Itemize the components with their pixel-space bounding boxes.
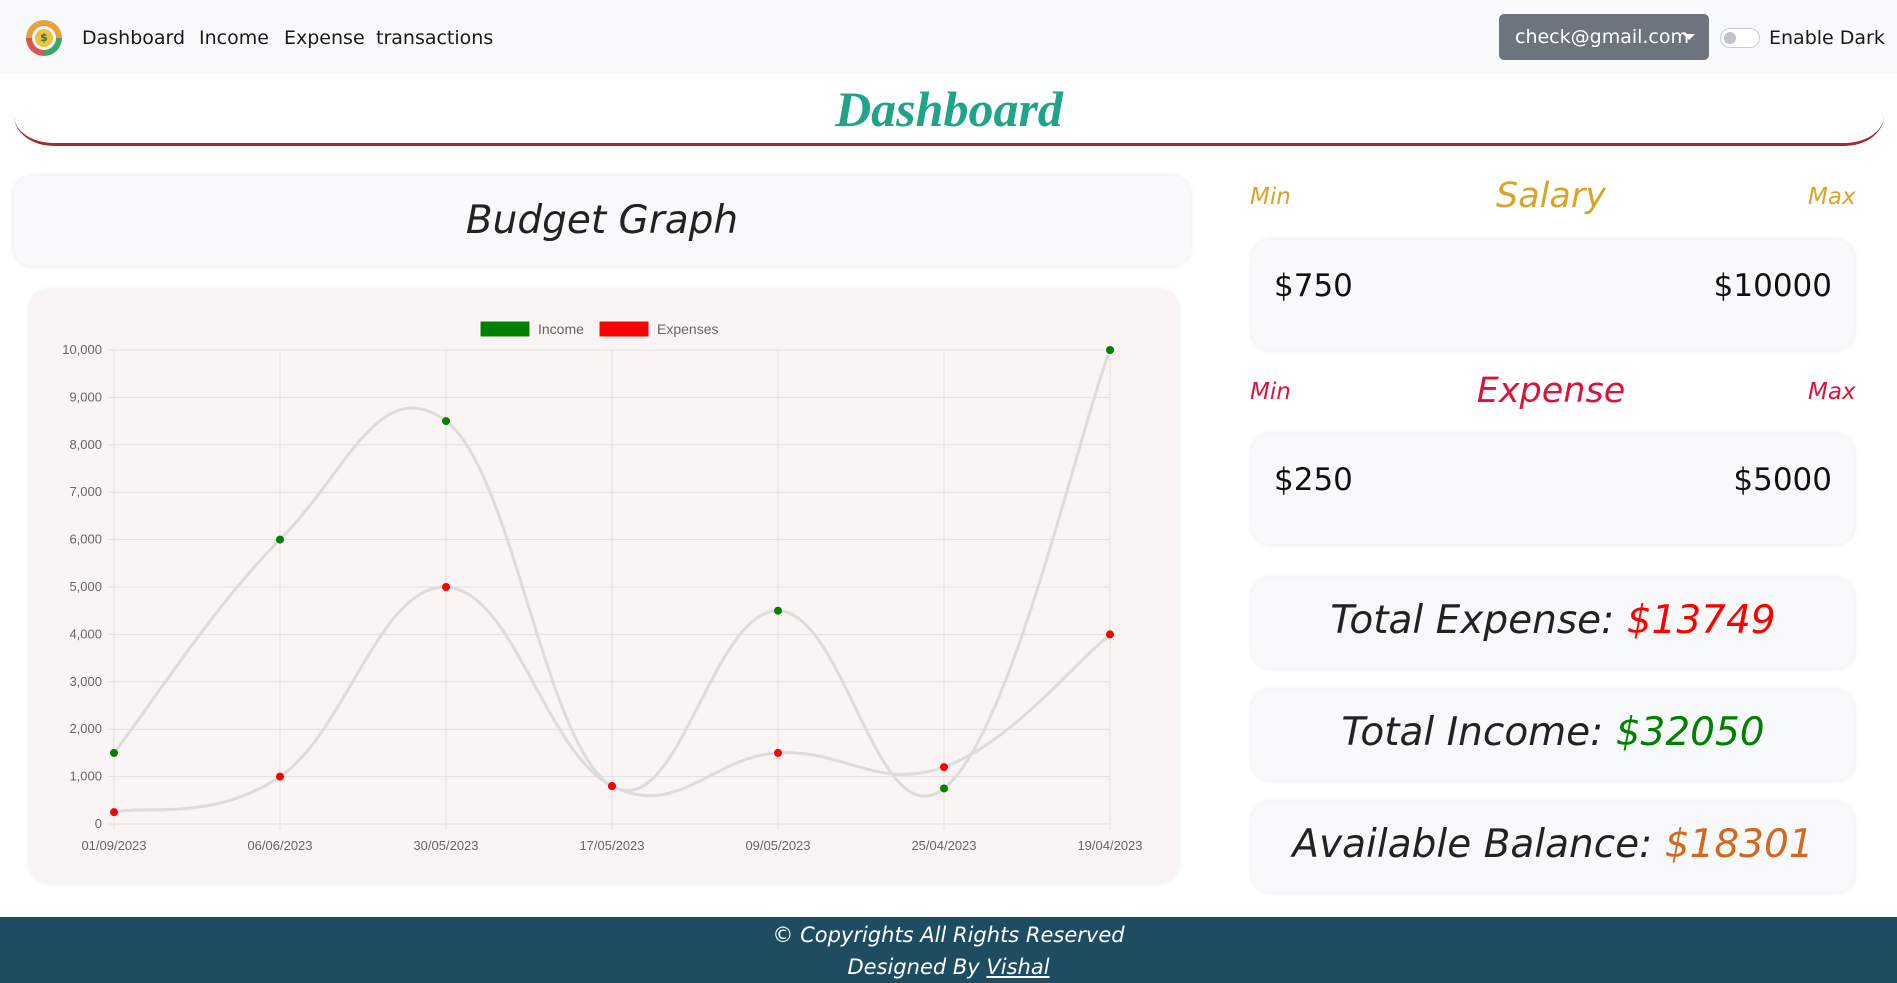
salary-range-card: $750 $10000 (1252, 240, 1854, 350)
legend-label-income: Income (538, 321, 584, 337)
total-expense-card: Total Expense: $13749 (1252, 578, 1854, 668)
y-tick-label: 2,000 (69, 721, 102, 736)
nav-link-expense[interactable]: Expense (284, 24, 365, 52)
legend-swatch-income (479, 320, 531, 338)
expense-min-value: $250 (1274, 462, 1353, 498)
app-logo-icon[interactable]: $ (26, 20, 62, 56)
total-income-card: Total Income: $32050 (1252, 690, 1854, 780)
total-income-value: $32050 (1615, 710, 1765, 755)
page-title: Dashboard (835, 81, 1063, 137)
expense-max-value: $5000 (1733, 462, 1832, 498)
dark-mode-label: Enable Dark (1769, 27, 1885, 49)
total-expense-text: Total Expense: $13749 (1252, 598, 1854, 643)
expense-range-card: $250 $5000 (1252, 434, 1854, 544)
salary-max-value: $10000 (1713, 268, 1832, 304)
data-point-expenses (276, 772, 284, 781)
nav-link-transactions[interactable]: transactions (376, 24, 493, 52)
legend-swatch-expenses (598, 320, 650, 338)
y-tick-label: 7,000 (69, 484, 102, 499)
x-tick-label: 19/04/2023 (1077, 838, 1142, 853)
nav-link-income[interactable]: Income (199, 24, 269, 52)
dark-mode-toggle[interactable] (1720, 28, 1760, 48)
legend-label-expenses: Expenses (657, 321, 718, 337)
data-point-expenses (110, 808, 118, 817)
footer-designed-by: Designed By (847, 955, 980, 979)
x-tick-label: 01/09/2023 (81, 838, 146, 853)
designer-link[interactable]: Vishal (986, 955, 1049, 979)
data-point-income (442, 417, 450, 426)
data-point-expenses (1106, 630, 1114, 639)
y-tick-label: 8,000 (69, 437, 102, 452)
total-expense-label: Total Expense: (1330, 598, 1615, 643)
available-balance-text: Available Balance: $18301 (1252, 822, 1854, 867)
x-tick-label: 17/05/2023 (579, 838, 644, 853)
total-income-text: Total Income: $32050 (1252, 710, 1854, 755)
budget-line-chart: 0 1,000 2,000 3,000 4,000 5,000 6,000 7,000 8,00… (62, 320, 1143, 853)
caret-down-icon (1683, 34, 1695, 40)
y-tick-label: 0 (95, 816, 102, 831)
expense-min-label: Min (1250, 379, 1291, 405)
budget-graph-title: Budget Graph (465, 198, 739, 243)
salary-min-value: $750 (1274, 268, 1353, 304)
nav-link-dashboard[interactable]: Dashboard (82, 24, 185, 52)
footer: © Copyrights All Rights Reserved Designe… (0, 917, 1897, 983)
x-tick-label: 06/06/2023 (247, 838, 312, 853)
y-tick-label: 4,000 (69, 626, 102, 641)
data-point-expenses (608, 782, 616, 791)
data-point-income (940, 784, 948, 793)
expense-max-label: Max (1808, 379, 1856, 405)
data-point-income (1106, 346, 1114, 354)
y-tick-label: 5,000 (69, 579, 102, 594)
footer-copyright: © Copyrights All Rights Reserved (772, 923, 1125, 947)
salary-min-label: Min (1250, 184, 1291, 210)
budget-chart-card: 0 1,000 2,000 3,000 4,000 5,000 6,000 7,000 8,00… (30, 290, 1178, 882)
data-point-expenses (940, 763, 948, 772)
available-balance-card: Available Balance: $18301 (1252, 802, 1854, 892)
available-balance-label: Available Balance: (1292, 822, 1653, 867)
salary-title: Salary (1496, 176, 1606, 216)
user-dropdown-button[interactable]: check@gmail.com (1499, 14, 1709, 60)
available-balance-value: $18301 (1664, 822, 1814, 867)
data-point-income (774, 606, 782, 615)
y-tick-label: 10,000 (62, 342, 102, 357)
x-tick-label: 09/05/2023 (745, 838, 810, 853)
y-tick-label: 3,000 (69, 674, 102, 689)
coin-icon: $ (35, 29, 53, 47)
title-banner: Dashboard (14, 74, 1884, 146)
data-point-income (110, 748, 118, 757)
expense-title: Expense (1476, 371, 1626, 411)
footer-credits: Designed By Vishal (0, 955, 1897, 979)
y-tick-label: 1,000 (69, 769, 102, 784)
total-expense-value: $13749 (1626, 598, 1776, 643)
total-income-label: Total Income: (1341, 710, 1604, 755)
budget-graph-header-card: Budget Graph (14, 176, 1190, 266)
data-point-expenses (774, 748, 782, 757)
y-tick-label: 9,000 (69, 389, 102, 404)
data-point-income (276, 535, 284, 544)
y-tick-label: 6,000 (69, 532, 102, 547)
x-tick-label: 25/04/2023 (911, 838, 976, 853)
toggle-knob (1724, 32, 1736, 44)
user-email: check@gmail.com (1515, 26, 1690, 48)
salary-max-label: Max (1808, 184, 1856, 210)
data-point-expenses (442, 583, 450, 591)
navbar: $ Dashboard Income Expense transactions … (0, 0, 1897, 74)
x-tick-label: 30/05/2023 (413, 838, 478, 853)
